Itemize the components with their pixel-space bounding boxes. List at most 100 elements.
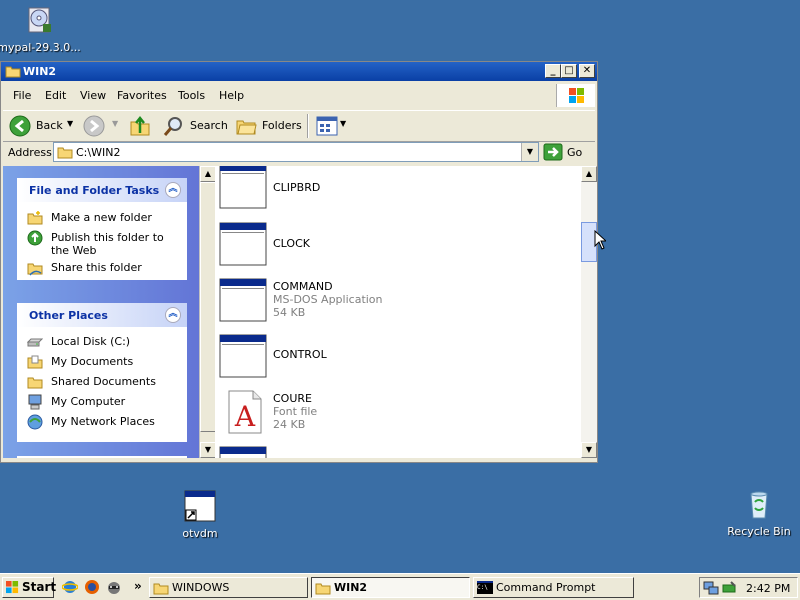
folders-icon[interactable] [235,115,257,137]
installer-disc-icon [28,7,51,33]
firefox-icon[interactable] [84,579,100,595]
desktop-icon-label: otvdm [182,527,218,540]
file-type: Font file [273,405,318,418]
my-computer-icon [28,394,42,410]
scroll-up-button[interactable]: ▲ [200,166,216,182]
safely-remove-hardware-icon[interactable] [721,580,737,596]
go-arrow-icon[interactable] [543,143,563,161]
folder-icon [5,66,21,78]
title-bar[interactable]: WIN2 _ □ ✕ [1,62,597,81]
explorer-window: WIN2 _ □ ✕ File Edit View Favorites Tool… [0,61,598,463]
menu-tools[interactable]: Tools [178,89,205,102]
desktop-icon-label: mypal-29.3.0... [0,41,81,54]
minimize-button[interactable]: _ [545,64,561,78]
application-window-icon [219,222,267,266]
desktop-icon-label: Recycle Bin [727,525,791,538]
back-dropdown-icon[interactable]: ▼ [67,119,73,128]
system-tray: 2:42 PM [699,577,798,598]
toolbar-separator [307,114,309,138]
shared-documents-icon [27,377,43,389]
menu-edit[interactable]: Edit [45,89,66,102]
other-places-header[interactable]: Other Places ︽ [17,303,187,327]
file-item-partial[interactable] [219,446,569,458]
close-button[interactable]: ✕ [579,64,595,78]
task-label: WIN2 [334,581,368,594]
address-dropdown-button[interactable]: ▼ [521,143,538,161]
menu-help[interactable]: Help [219,89,244,102]
address-value: C:\WIN2 [76,146,121,159]
windows-logo [556,84,595,107]
file-list-scrollbar[interactable]: ▲ ▼ [581,166,597,458]
place-label: Shared Documents [51,375,156,388]
desktop-icon-recycle-bin[interactable]: Recycle Bin [714,488,800,538]
file-item-clipbrd[interactable]: CLIPBRD [219,166,569,214]
quick-launch-chevron-icon[interactable]: » [134,579,142,593]
scroll-thumb[interactable] [200,182,216,432]
scroll-up-button[interactable]: ▲ [581,166,597,182]
desktop-icon-otvdm[interactable]: otvdm [155,490,245,540]
desktop-icon-mypal[interactable]: mypal-29.3.0... [0,4,84,54]
mouse-cursor-icon [594,230,606,250]
task-pane-scrollbar[interactable]: ▲ ▼ [199,166,216,458]
folder-icon [57,147,73,159]
menu-view[interactable]: View [80,89,106,102]
up-folder-icon[interactable] [129,115,151,137]
task-label: Share this folder [51,261,142,274]
file-name: COURE [273,392,312,405]
taskbar-button-command-prompt[interactable]: C:\ Command Prompt [473,577,634,598]
taskbar-button-win2[interactable]: WIN2 [311,577,470,598]
other-places-panel: Other Places ︽ Local Disk (C:) My Docume… [17,303,187,442]
panel-title: Other Places [29,309,108,322]
views-dropdown-icon[interactable]: ▼ [340,119,346,128]
file-item-control[interactable]: CONTROL [219,334,569,382]
task-label: Publish this folder to the Web [51,231,164,257]
go-button-label[interactable]: Go [567,146,582,159]
menu-bar: File Edit View Favorites Tools Help [3,84,595,108]
address-field[interactable]: C:\WIN2 ▼ [53,142,539,162]
search-button-label[interactable]: Search [190,119,228,132]
place-label: My Network Places [51,415,155,428]
address-label: Address [8,146,52,159]
search-icon[interactable] [163,115,185,137]
file-list: CLIPBRD CLOCK COMMAND MS-DOS Application… [215,166,581,458]
scroll-down-button[interactable]: ▼ [581,442,597,458]
task-label: Make a new folder [51,211,152,224]
folder-icon [153,583,169,595]
clock[interactable]: 2:42 PM [746,582,790,595]
internet-explorer-icon[interactable] [62,579,78,595]
collapse-chevron-icon[interactable]: ︽ [165,307,181,323]
forward-arrow-icon[interactable] [83,115,105,137]
window-title: WIN2 [23,65,57,78]
start-button[interactable]: Start [2,577,57,598]
file-size: 24 KB [273,418,306,431]
place-label: My Documents [51,355,134,368]
network-tray-icon[interactable] [703,580,719,596]
details-panel-peek [17,456,187,458]
publish-web-icon [27,230,43,246]
address-bar: Address C:\WIN2 ▼ Go [3,142,595,164]
windows-flag-icon [569,88,584,103]
back-arrow-icon[interactable] [9,115,31,137]
file-folder-tasks-panel: File and Folder Tasks ︽ Make a new folde… [17,178,187,280]
application-window-icon [219,278,267,322]
menu-favorites[interactable]: Favorites [117,89,167,102]
start-label: Start [22,580,57,594]
forward-dropdown-icon[interactable]: ▼ [112,119,118,128]
scroll-down-button[interactable]: ▼ [200,442,216,458]
file-name: CLOCK [273,237,310,250]
menu-file[interactable]: File [13,89,31,102]
file-item-clock[interactable]: CLOCK [219,222,569,270]
views-icon[interactable] [316,116,338,136]
file-item-coure[interactable]: A COURE Font file 24 KB [219,390,569,438]
taskbar-button-windows[interactable]: WINDOWS [149,577,308,598]
folders-button-label[interactable]: Folders [262,119,302,132]
file-item-command[interactable]: COMMAND MS-DOS Application 54 KB [219,278,569,326]
file-name: CONTROL [273,348,327,361]
raccoon-app-icon[interactable] [106,579,122,595]
maximize-button[interactable]: □ [561,64,577,78]
back-button-label[interactable]: Back [36,119,63,132]
file-folder-tasks-header[interactable]: File and Folder Tasks ︽ [17,178,187,202]
panel-title: File and Folder Tasks [29,184,160,197]
collapse-chevron-icon[interactable]: ︽ [165,182,181,198]
folder-icon [315,583,331,595]
